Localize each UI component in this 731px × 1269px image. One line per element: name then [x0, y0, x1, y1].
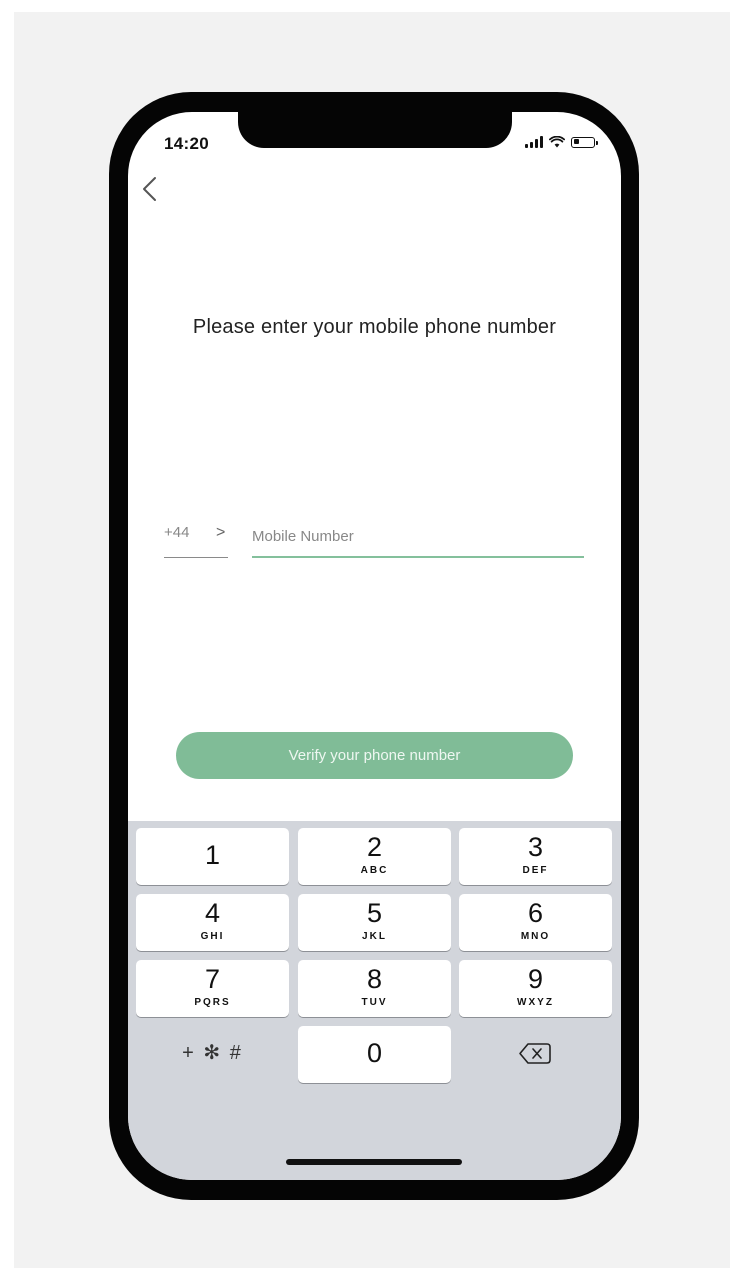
key-letters: JKL — [362, 931, 387, 942]
key-9[interactable]: 9 WXYZ — [459, 960, 612, 1017]
key-letters: ABC — [360, 865, 389, 876]
key-letters: GHI — [200, 931, 225, 942]
back-button[interactable] — [136, 174, 166, 204]
verify-phone-button[interactable]: Verify your phone number — [176, 732, 573, 779]
key-digit: 7 — [204, 964, 221, 994]
page-title: Please enter your mobile phone number — [192, 316, 557, 338]
key-4[interactable]: 4 GHI — [136, 894, 289, 951]
key-delete[interactable] — [459, 1025, 612, 1082]
key-1[interactable]: 1 — [136, 828, 289, 885]
key-digit: 8 — [366, 964, 383, 994]
country-code-selector[interactable]: +44 > — [164, 520, 228, 558]
key-digit: 1 — [204, 840, 221, 870]
key-digit: 4 — [204, 898, 221, 928]
cellular-signal-icon — [525, 136, 543, 148]
key-digit: 9 — [527, 964, 544, 994]
key-5[interactable]: 5 JKL — [298, 894, 451, 951]
battery-icon — [571, 136, 598, 148]
key-digit: 2 — [366, 832, 383, 862]
key-3[interactable]: 3 DEF — [459, 828, 612, 885]
key-letters: PQRS — [194, 997, 231, 1008]
key-7[interactable]: 7 PQRS — [136, 960, 289, 1017]
battery-fill — [573, 139, 579, 144]
key-2[interactable]: 2 ABC — [298, 828, 451, 885]
phone-frame: 14:20 Please enter your mobile phone num… — [109, 92, 639, 1200]
key-letters: TUV — [361, 997, 388, 1008]
backspace-icon — [519, 1043, 551, 1064]
notch — [238, 112, 512, 148]
status-icons — [525, 136, 598, 148]
key-digit: 5 — [366, 898, 383, 928]
phone-screen: 14:20 Please enter your mobile phone num… — [128, 112, 621, 1180]
chevron-right-icon: > — [216, 524, 226, 541]
mobile-number-input[interactable] — [252, 516, 584, 558]
key-letters: DEF — [522, 865, 549, 876]
key-symbols[interactable]: + ✻ # — [136, 1025, 289, 1082]
chevron-left-icon — [143, 177, 156, 201]
key-letters: MNO — [520, 931, 551, 942]
key-letters: WXYZ — [517, 997, 554, 1008]
status-time: 14:20 — [164, 134, 209, 153]
key-digit: 3 — [527, 832, 544, 862]
key-0[interactable]: 0 — [298, 1026, 451, 1083]
key-digit: 6 — [527, 898, 544, 928]
wifi-icon — [549, 136, 565, 148]
home-indicator[interactable] — [286, 1159, 462, 1165]
key-digit: 0 — [366, 1038, 383, 1068]
key-8[interactable]: 8 TUV — [298, 960, 451, 1017]
country-code-label: +44 — [164, 524, 190, 541]
key-6[interactable]: 6 MNO — [459, 894, 612, 951]
